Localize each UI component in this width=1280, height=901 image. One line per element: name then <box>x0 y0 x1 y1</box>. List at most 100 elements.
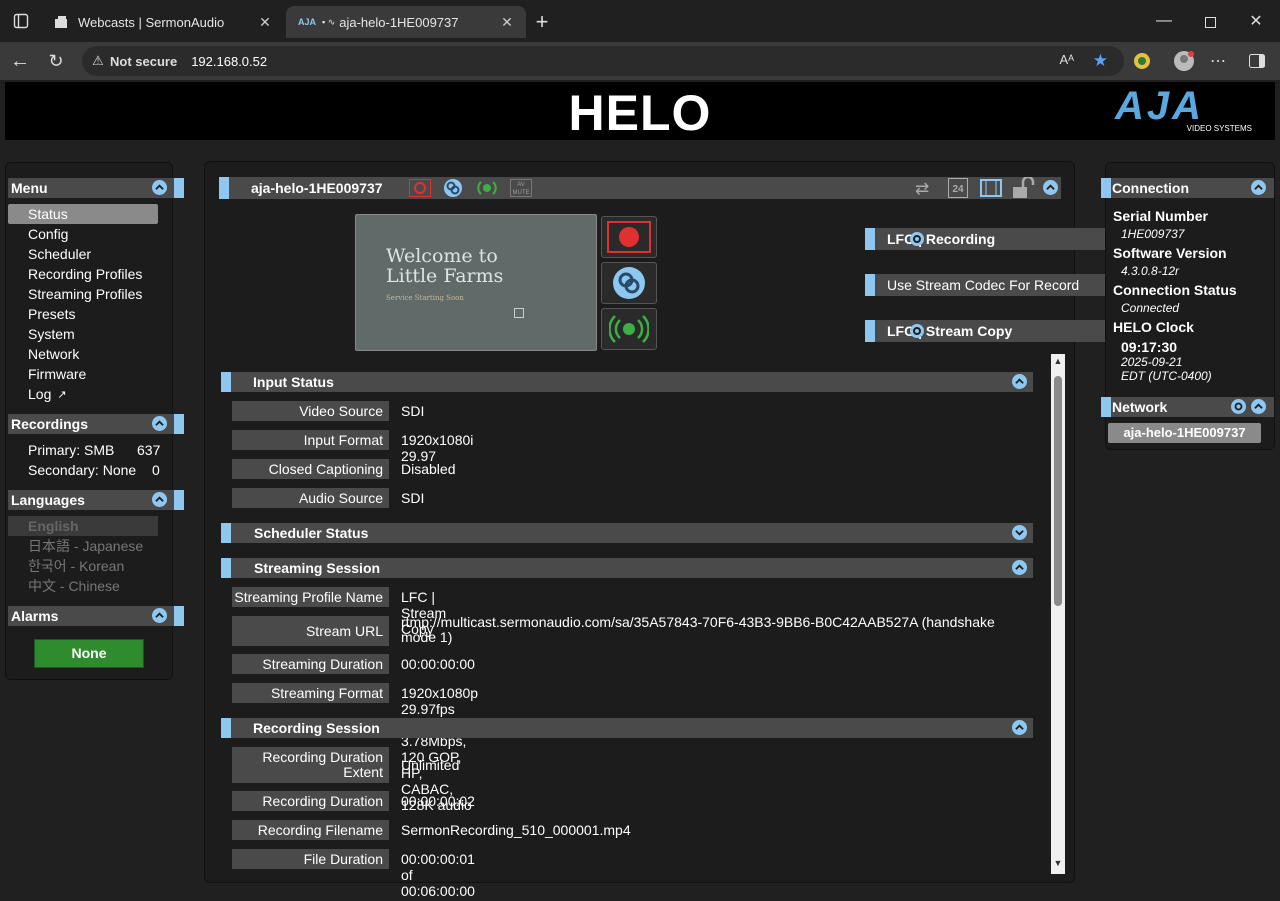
audio-playing-icon[interactable]: ▪ ∿ <box>322 17 335 28</box>
menu-item-firmware[interactable]: Firmware <box>8 364 158 384</box>
scrollbar-thumb[interactable] <box>1054 376 1062 606</box>
new-tab-icon[interactable]: + <box>532 9 552 34</box>
language-english[interactable]: English <box>8 516 158 536</box>
stream-profile-name: LFC | Stream Copy <box>887 323 1013 339</box>
codec-label-bar: Use Stream Codec For Record <box>865 274 1106 296</box>
warning-icon: ⚠ <box>92 53 104 68</box>
record-profile-label: LFC | Recording <box>865 228 1106 250</box>
close-tab-icon[interactable]: ✕ <box>498 14 516 31</box>
read-aloud-icon[interactable]: Aᴬ <box>1059 52 1074 67</box>
recording-duration-extent-value: Unlimited <box>401 757 460 773</box>
collapse-languages-icon[interactable] <box>152 492 167 507</box>
accent-bar <box>1101 178 1111 198</box>
alarms-status-button[interactable]: None <box>34 639 144 668</box>
expand-scheduler-status-icon[interactable] <box>1012 525 1027 540</box>
more-menu-icon[interactable]: ⋯ <box>1208 51 1228 71</box>
maximize-icon[interactable] <box>1200 12 1220 32</box>
menu-item-presets[interactable]: Presets <box>8 304 158 324</box>
scroll-up-icon[interactable]: ▲ <box>1053 356 1063 366</box>
languages-title: Languages <box>11 492 85 508</box>
helo-clock-time: 09:17:30 <box>1121 339 1178 355</box>
accent-bar <box>221 523 231 543</box>
collapse-connection-icon[interactable] <box>1251 180 1266 195</box>
language-chinese[interactable]: 中文 - Chinese <box>8 576 158 596</box>
language-korean[interactable]: 한국어 - Korean <box>8 556 158 576</box>
connection-status-label: Connection Status <box>1113 282 1237 298</box>
menu-item-network[interactable]: Network <box>8 344 158 364</box>
recording-session-header[interactable]: Recording Session <box>221 718 1033 738</box>
menu-item-system[interactable]: System <box>8 324 158 344</box>
refresh-icon[interactable]: ↻ <box>46 51 66 71</box>
film-icon[interactable] <box>979 178 1003 201</box>
language-japanese[interactable]: 日本語 - Japanese <box>8 536 158 556</box>
collapse-recording-session-icon[interactable] <box>1012 720 1027 735</box>
collapse-input-status-icon[interactable] <box>1012 374 1027 389</box>
preview-title-line2: Little Farms <box>386 265 504 287</box>
profile-avatar-icon[interactable] <box>1172 49 1196 73</box>
extension-icon[interactable] <box>1132 51 1152 71</box>
swap-icon[interactable]: ⇄ <box>915 179 929 199</box>
file-duration-value: 00:00:00:01 of 00:06:00:00 <box>401 851 475 899</box>
menu-item-config[interactable]: Config <box>8 224 158 244</box>
codec-label: Use Stream Codec For Record <box>887 277 1080 293</box>
collapse-device-icon[interactable] <box>1043 180 1058 195</box>
streaming-session-header[interactable]: Streaming Session <box>221 558 1033 578</box>
network-device-item[interactable]: aja-helo-1HE009737 <box>1108 423 1261 443</box>
browser-tab-aja[interactable]: AJA ▪ ∿ aja-helo-1HE009737 ✕ <box>286 6 526 38</box>
url-text[interactable]: 192.168.0.52 <box>191 54 267 69</box>
stream-url-value: rtmp://multicast.sermonaudio.com/sa/35A5… <box>401 614 995 645</box>
av-mute-icon[interactable]: AV MUTE <box>510 179 532 197</box>
stream-settings-gear-icon[interactable] <box>910 324 924 338</box>
link-status-icon[interactable] <box>443 178 463 201</box>
video-preview-thumbnail[interactable]: Welcome to Little Farms Service Starting… <box>355 214 597 351</box>
accent-bar <box>865 228 875 250</box>
serial-number-value: 1HE009737 <box>1121 227 1185 241</box>
serial-number-label: Serial Number <box>1113 208 1208 224</box>
menu-item-log[interactable]: Log ↗ <box>8 384 67 404</box>
favorite-star-icon[interactable]: ★ <box>1093 51 1108 71</box>
file-duration-label: File Duration <box>232 849 389 869</box>
stream-profile-label: LFC | Stream Copy <box>865 320 1106 342</box>
record-status-icon[interactable] <box>409 179 431 197</box>
record-settings-gear-icon[interactable] <box>910 232 924 246</box>
accent-bar <box>174 414 184 434</box>
collapse-streaming-session-icon[interactable] <box>1012 560 1027 575</box>
back-icon[interactable]: ← <box>10 50 30 72</box>
unlock-icon[interactable] <box>1011 175 1035 202</box>
security-label[interactable]: Not secure <box>110 54 177 69</box>
collapse-alarms-icon[interactable] <box>152 608 167 623</box>
collapse-menu-icon[interactable] <box>152 180 167 195</box>
streaming-profile-name-label: Streaming Profile Name <box>232 587 389 607</box>
close-tab-icon[interactable]: ✕ <box>256 14 274 31</box>
input-status-header[interactable]: Input Status <box>221 372 1033 392</box>
left-sidebar: Menu Status Config Scheduler Recording P… <box>5 162 184 680</box>
browser-tab-bar: Webcasts | SermonAudio ✕ AJA ▪ ∿ aja-hel… <box>0 0 1280 42</box>
sidebar-toggle-icon[interactable] <box>1247 51 1267 71</box>
url-bar[interactable]: ⚠ Not secure 192.168.0.52 Aᴬ ★ <box>82 46 1124 76</box>
collapse-recordings-icon[interactable] <box>152 416 167 431</box>
tab-actions-icon[interactable] <box>12 12 30 30</box>
menu-item-scheduler[interactable]: Scheduler <box>8 244 158 264</box>
calendar-24-icon[interactable]: 24 <box>948 178 968 198</box>
streaming-duration-value: 00:00:00:00 <box>401 656 475 672</box>
menu-item-recording-profiles[interactable]: Recording Profiles <box>8 264 158 284</box>
browser-tab-sermonaudio[interactable]: Webcasts | SermonAudio ✕ <box>44 6 284 38</box>
scheduler-status-header[interactable]: Scheduler Status <box>221 523 1033 543</box>
minimize-icon[interactable]: — <box>1154 11 1174 31</box>
status-scrollbar[interactable]: ▲ ▼ <box>1051 354 1065 874</box>
close-window-icon[interactable]: ✕ <box>1246 11 1266 31</box>
menu-title: Menu <box>11 180 48 196</box>
network-settings-icon[interactable] <box>1231 399 1246 414</box>
input-status-title: Input Status <box>253 374 334 390</box>
stream-button[interactable] <box>601 308 657 350</box>
streaming-format-label: Streaming Format <box>232 683 389 703</box>
record-button[interactable] <box>601 216 657 258</box>
accent-bar <box>221 718 231 738</box>
collapse-network-icon[interactable] <box>1251 399 1266 414</box>
scroll-down-icon[interactable]: ▼ <box>1053 858 1063 868</box>
stream-status-icon[interactable] <box>475 179 499 200</box>
recordings-secondary-label: Secondary: None <box>28 462 137 478</box>
codec-link-button[interactable] <box>601 262 657 304</box>
menu-item-streaming-profiles[interactable]: Streaming Profiles <box>8 284 158 304</box>
menu-item-status[interactable]: Status <box>8 204 158 224</box>
